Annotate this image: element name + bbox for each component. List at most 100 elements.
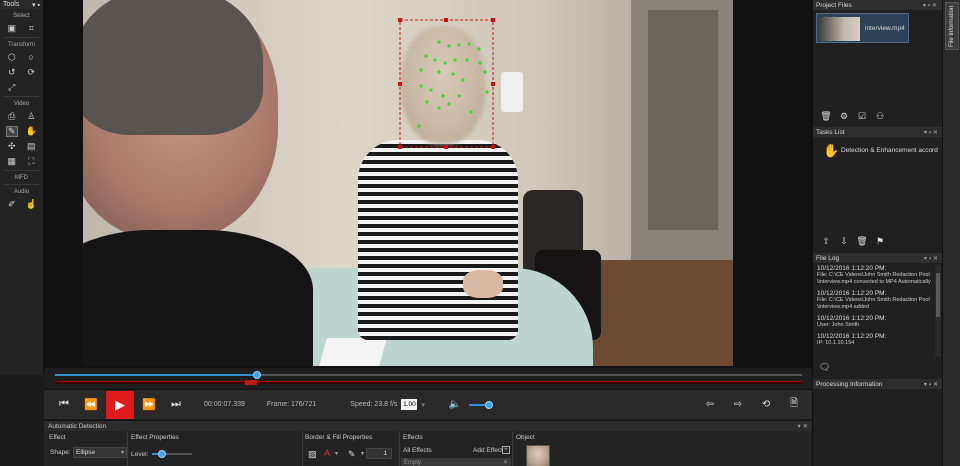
- tools-title: Tools: [3, 1, 20, 8]
- film-icon[interactable]: ▤: [25, 141, 37, 152]
- task-item[interactable]: Detection & Enhancement accord: [841, 147, 938, 154]
- print-icon[interactable]: ⎙: [6, 111, 18, 122]
- pin-icon[interactable]: ▾▪✕: [924, 255, 940, 262]
- right-panel: Project Files ▾▪✕ interview.mp4 🗑 ⚙ ☑ ⚇ …: [812, 0, 943, 466]
- delete-task-icon[interactable]: 🗑: [855, 236, 869, 247]
- tools-panel: Tools ▾ ▪ Select ▣ ⌗ Transform ⬡ ○ ↺ ⟳ ⤢…: [0, 0, 44, 375]
- fast-forward-button[interactable]: ⏩: [137, 393, 161, 417]
- tools-header: Tools ▾ ▪: [0, 0, 43, 9]
- layers-icon[interactable]: ▦: [6, 156, 18, 167]
- hand-icon[interactable]: ✋: [25, 126, 37, 137]
- ellipse-icon[interactable]: ○: [25, 52, 37, 63]
- effect-header: Effect: [49, 434, 66, 441]
- project-files-header: Project Files ▾▪✕: [813, 0, 942, 10]
- crop-icon[interactable]: ⌗: [25, 23, 37, 34]
- loop-icon[interactable]: ⟲: [754, 393, 778, 417]
- section-transform: Transform: [7, 42, 36, 48]
- effect-list-item[interactable]: Empty ✕: [401, 458, 511, 466]
- border-width-input[interactable]: 1: [366, 448, 392, 459]
- level-slider[interactable]: [152, 450, 192, 458]
- skip-start-button[interactable]: ⏮: [52, 393, 76, 417]
- pin-icon[interactable]: ▾ ▪: [32, 1, 40, 9]
- move-up-icon[interactable]: ⇧: [819, 236, 833, 247]
- volume-slider[interactable]: [469, 400, 509, 410]
- fill-icon[interactable]: ▨: [308, 449, 317, 460]
- audio-edit-icon[interactable]: ✐: [6, 199, 18, 210]
- automatic-detection-panel: Automatic Detection ▾ ✕ Effect Shape: El…: [44, 420, 812, 466]
- person-icon[interactable]: ♙: [25, 111, 37, 122]
- player-controls: ⏮ ⏪ ▶ ⏩ ⏭ 00:00:07.339 Frame: 176/721 Sp…: [44, 389, 812, 419]
- play-button[interactable]: ▶: [106, 390, 134, 419]
- color-dropdown-icon[interactable]: ▾: [335, 450, 338, 457]
- level-label: Level:: [131, 451, 149, 458]
- volume-icon[interactable]: 🔈: [449, 399, 461, 410]
- detection-track[interactable]: [55, 380, 802, 385]
- timeline-track[interactable]: [55, 371, 802, 379]
- run-icon[interactable]: ⚑: [873, 236, 887, 247]
- object-thumbnail[interactable]: [526, 445, 550, 466]
- checkbox-icon[interactable]: ☑: [855, 111, 869, 122]
- rewind-button[interactable]: ⏪: [79, 393, 103, 417]
- text-color-icon[interactable]: A: [324, 448, 330, 458]
- processing-header: Processing Information ▾▪✕: [813, 379, 943, 389]
- rotate-icon[interactable]: ↺: [6, 67, 18, 78]
- section-video: Video: [13, 101, 30, 107]
- object-header: Object: [516, 434, 535, 441]
- timecode: 00:00:07.339: [204, 401, 245, 408]
- shape-label: Shape:: [50, 449, 71, 456]
- gear-icon[interactable]: ⚙: [837, 111, 851, 122]
- next-keyframe-icon[interactable]: ⇨: [726, 393, 750, 417]
- share-icon[interactable]: ⚇: [873, 111, 887, 122]
- move-icon[interactable]: ✣: [6, 141, 18, 152]
- file-log-list: 10/12/2016 1:12:20 PM: File: C:\CE Video…: [813, 265, 935, 347]
- project-file-item[interactable]: interview.mp4: [816, 13, 909, 43]
- log-entry: 10/12/2016 1:12:20 PM: File: C:\CE Video…: [817, 290, 930, 310]
- timeline-progress: [55, 374, 257, 376]
- shape-select[interactable]: Ellipse ▾: [73, 447, 127, 458]
- border-pen-icon[interactable]: ✎: [348, 449, 356, 460]
- info-strip: File Information: [942, 0, 960, 466]
- add-effect-button[interactable]: Add Effect: [473, 447, 503, 454]
- refresh-icon[interactable]: ⟳: [25, 67, 37, 78]
- log-entry: 10/12/2016 1:12:20 PM: IP: 10.1.10.154: [817, 333, 887, 346]
- pen-icon[interactable]: ✎: [5, 125, 18, 137]
- pin-icon[interactable]: ▾▪✕: [924, 129, 940, 136]
- move-down-icon[interactable]: ⇩: [837, 236, 851, 247]
- pin-icon[interactable]: ▾▪✕: [923, 2, 939, 9]
- panel-title: Automatic Detection: [48, 422, 107, 430]
- section-audio: Audio: [13, 189, 30, 195]
- file-name: interview.mp4: [865, 25, 905, 32]
- speed-dropdown-icon[interactable]: ▾: [421, 401, 425, 409]
- log-scrollbar[interactable]: [935, 265, 941, 357]
- audio-hand-icon[interactable]: ☝: [25, 199, 37, 210]
- pin-icon[interactable]: ▾▪✕: [924, 381, 940, 388]
- tasks-header: Tasks List ▾▪✕: [813, 127, 943, 137]
- effect-properties-header: Effect Properties: [131, 434, 179, 441]
- effects-header: Effects: [403, 434, 423, 441]
- log-entry: 10/12/2016 1:12:20 PM: File: C:\CE Video…: [817, 265, 931, 285]
- add-icon[interactable]: +: [502, 446, 510, 454]
- remove-icon: ✕: [502, 460, 508, 466]
- select-frame-icon[interactable]: ▣: [6, 23, 18, 34]
- skip-end-button[interactable]: ⏭: [164, 393, 188, 417]
- section-mfd: MFD: [15, 175, 28, 181]
- video-frame[interactable]: [83, 0, 733, 366]
- file-log-header: File Log ▾▪✕: [813, 253, 943, 263]
- resize-icon[interactable]: ⤢: [6, 82, 18, 93]
- polygon-icon[interactable]: ⬡: [6, 52, 18, 63]
- prev-keyframe-icon[interactable]: ⇦: [698, 393, 722, 417]
- file-information-tab[interactable]: File Information: [945, 2, 959, 50]
- speed-input[interactable]: 1.00: [401, 399, 418, 410]
- border-dropdown-icon[interactable]: ▾: [361, 450, 364, 457]
- comment-icon[interactable]: 🗨: [819, 362, 830, 373]
- expand-icon[interactable]: ⛶: [25, 156, 37, 167]
- frame-counter: Frame: 176/721: [266, 401, 317, 408]
- chevron-down-icon: ▾: [120, 450, 124, 456]
- panel-menu-icon[interactable]: ▾ ✕: [797, 422, 808, 430]
- export-icon[interactable]: 🗎: [782, 393, 806, 417]
- all-effects-label: All Effects: [403, 447, 432, 454]
- timeline-handle[interactable]: [252, 371, 261, 379]
- timeline[interactable]: [44, 368, 812, 388]
- detection-overlay[interactable]: [83, 0, 733, 366]
- trash-icon[interactable]: 🗑: [819, 111, 833, 122]
